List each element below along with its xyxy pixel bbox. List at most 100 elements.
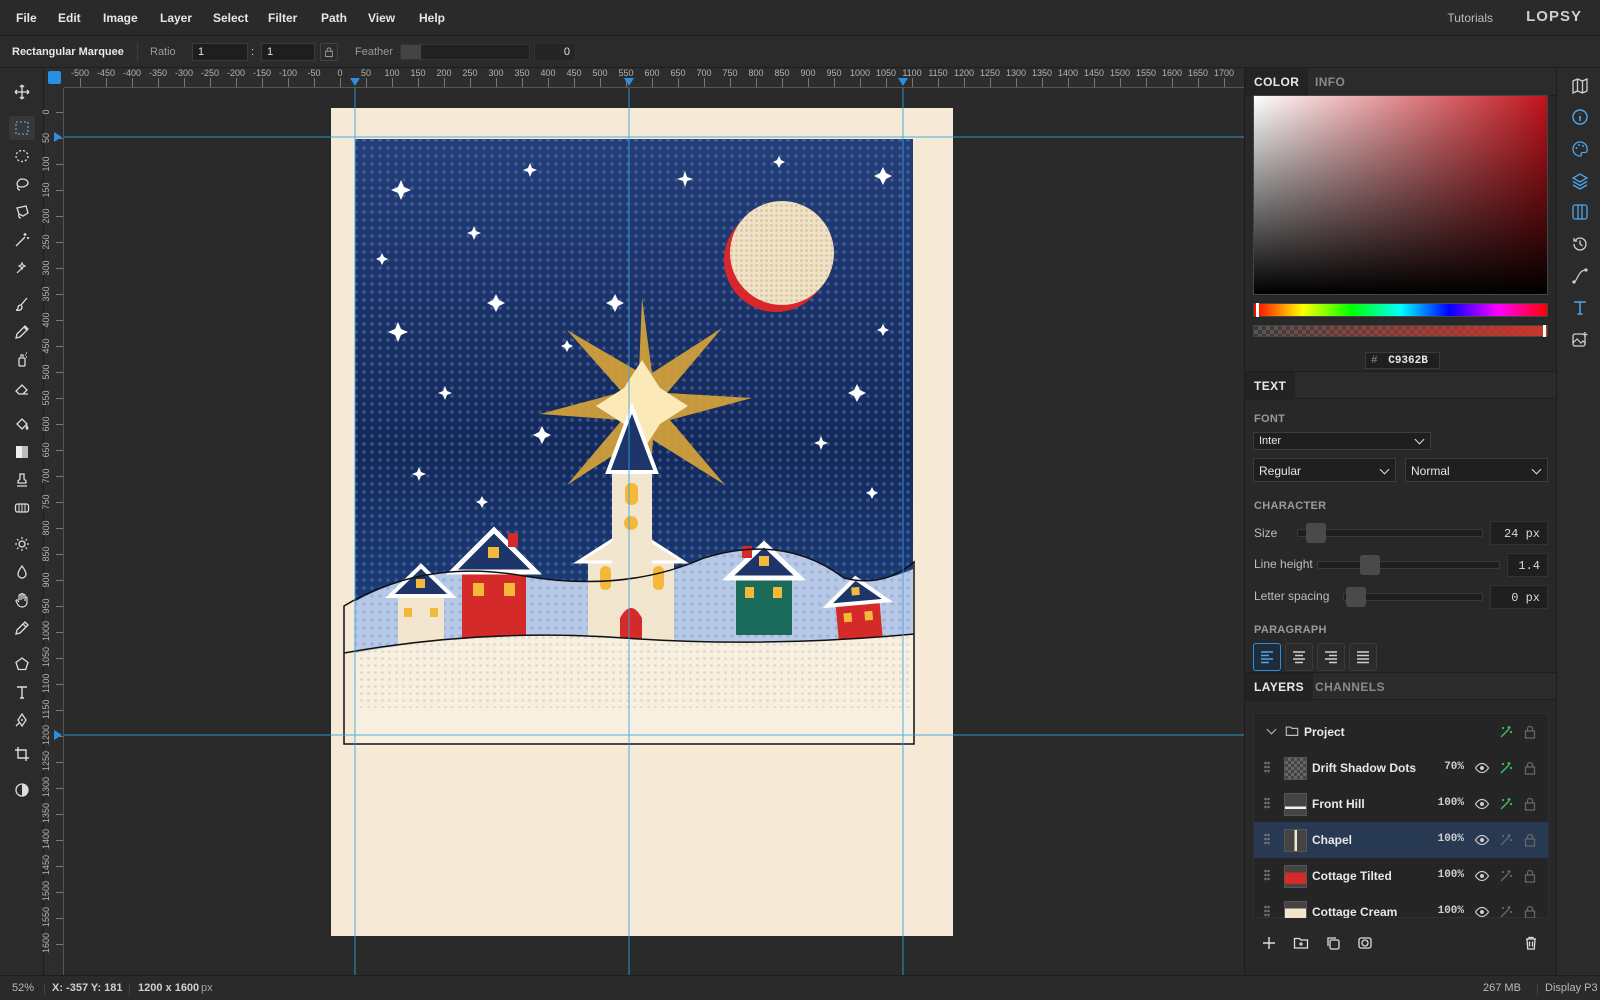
effects-icon[interactable] bbox=[1498, 724, 1514, 740]
color-field[interactable] bbox=[1253, 95, 1548, 295]
tool-ellipse-marquee[interactable] bbox=[9, 144, 35, 168]
lock-icon[interactable] bbox=[1522, 796, 1538, 812]
effects-icon[interactable] bbox=[1498, 868, 1514, 884]
tool-spray[interactable] bbox=[9, 348, 35, 372]
tool-polygon-shape[interactable] bbox=[9, 652, 35, 676]
tool-stamp[interactable] bbox=[9, 468, 35, 492]
tab-channels[interactable]: CHANNELS bbox=[1306, 673, 1394, 701]
drag-handle-icon[interactable] bbox=[1264, 869, 1270, 882]
tool-contrast[interactable] bbox=[9, 778, 35, 802]
effects-icon[interactable] bbox=[1498, 760, 1514, 776]
menu-file[interactable]: File bbox=[16, 11, 37, 25]
add-group-button[interactable] bbox=[1293, 935, 1309, 951]
letter-spacing-slider[interactable] bbox=[1343, 587, 1483, 607]
layer-row[interactable]: Drift Shadow Dots 70% bbox=[1254, 750, 1548, 786]
feather-slider[interactable] bbox=[400, 44, 530, 60]
tool-blur-drop[interactable] bbox=[9, 560, 35, 584]
align-left-button[interactable] bbox=[1253, 643, 1281, 671]
lock-icon[interactable] bbox=[1522, 904, 1538, 918]
hex-value[interactable]: C9362B bbox=[1388, 355, 1428, 367]
zoom-level[interactable]: 52% bbox=[12, 982, 34, 994]
menu-help[interactable]: Help bbox=[419, 11, 445, 25]
tool-brush[interactable] bbox=[9, 292, 35, 316]
font-style-select[interactable]: Normal bbox=[1405, 458, 1548, 482]
eye-icon[interactable] bbox=[1474, 904, 1490, 918]
tool-text-tool[interactable] bbox=[9, 680, 35, 704]
duplicate-layer-button[interactable] bbox=[1325, 935, 1341, 951]
lock-icon[interactable] bbox=[1522, 760, 1538, 776]
lock-icon[interactable] bbox=[1522, 868, 1538, 884]
history-icon[interactable] bbox=[1571, 235, 1589, 253]
layer-row-selected[interactable]: Chapel 100% bbox=[1254, 822, 1548, 858]
hue-slider-thumb[interactable] bbox=[1256, 303, 1259, 317]
eye-icon[interactable] bbox=[1474, 868, 1490, 884]
drag-handle-icon[interactable] bbox=[1264, 761, 1270, 774]
image-plus-icon[interactable] bbox=[1571, 331, 1589, 349]
hex-field[interactable]: # C9362B bbox=[1365, 352, 1440, 369]
feather-value[interactable]: 0 bbox=[534, 43, 576, 61]
menu-path[interactable]: Path bbox=[321, 11, 347, 25]
channels-icon[interactable] bbox=[1571, 203, 1589, 221]
tab-info[interactable]: INFO bbox=[1306, 68, 1354, 96]
menu-edit[interactable]: Edit bbox=[58, 11, 81, 25]
canvas-area[interactable] bbox=[64, 88, 1246, 975]
layer-opacity[interactable]: 100% bbox=[1438, 869, 1464, 881]
tool-magic-wand[interactable] bbox=[9, 228, 35, 252]
eye-icon[interactable] bbox=[1474, 760, 1490, 776]
hue-slider[interactable] bbox=[1253, 303, 1548, 317]
tool-crop[interactable] bbox=[9, 742, 35, 766]
layer-name[interactable]: Cottage Tilted bbox=[1312, 869, 1392, 883]
guide-marker-icon[interactable] bbox=[350, 78, 360, 86]
guide-marker-icon[interactable] bbox=[54, 730, 62, 740]
menu-filter[interactable]: Filter bbox=[268, 11, 297, 25]
menu-layer[interactable]: Layer bbox=[160, 11, 192, 25]
add-layer-button[interactable] bbox=[1261, 935, 1277, 951]
tool-fill-bucket[interactable] bbox=[9, 412, 35, 436]
lock-icon[interactable] bbox=[1522, 832, 1538, 848]
layer-opacity[interactable]: 100% bbox=[1438, 905, 1464, 917]
lock-icon[interactable] bbox=[1522, 724, 1538, 740]
horizontal-ruler[interactable]: -500 -450 -400 -350 -300 -250 -200 -150 -100 -50 0… bbox=[64, 68, 1246, 88]
guide-marker-icon[interactable] bbox=[54, 132, 62, 142]
layer-name[interactable]: Cottage Cream bbox=[1312, 905, 1397, 918]
delete-layer-button[interactable] bbox=[1523, 935, 1539, 951]
line-height-slider[interactable] bbox=[1317, 555, 1500, 575]
layer-group-row[interactable]: Project bbox=[1254, 714, 1548, 750]
align-center-button[interactable] bbox=[1285, 643, 1313, 671]
menu-image[interactable]: Image bbox=[103, 11, 138, 25]
menu-view[interactable]: View bbox=[368, 11, 395, 25]
tool-move[interactable] bbox=[9, 80, 35, 104]
layer-opacity[interactable]: 100% bbox=[1438, 833, 1464, 845]
letter-spacing-value[interactable]: 0 px bbox=[1490, 585, 1548, 609]
menu-select[interactable]: Select bbox=[213, 11, 248, 25]
layer-name[interactable]: Chapel bbox=[1312, 833, 1352, 847]
tool-pen-tool[interactable] bbox=[9, 708, 35, 732]
tab-color[interactable]: COLOR bbox=[1245, 68, 1309, 96]
guide-marker-icon[interactable] bbox=[898, 78, 908, 86]
ratio-height-input[interactable]: 1 bbox=[261, 43, 315, 61]
tool-quick-select[interactable] bbox=[9, 256, 35, 280]
layer-opacity[interactable]: 70% bbox=[1444, 761, 1464, 773]
tool-patch[interactable] bbox=[9, 496, 35, 520]
tool-eyedropper[interactable] bbox=[9, 616, 35, 640]
eye-icon[interactable] bbox=[1474, 832, 1490, 848]
size-slider-thumb[interactable] bbox=[1306, 523, 1326, 543]
font-family-select[interactable]: Inter bbox=[1253, 432, 1431, 450]
eye-icon[interactable] bbox=[1474, 796, 1490, 812]
letter-spacing-slider-thumb[interactable] bbox=[1346, 587, 1366, 607]
ruler-corner[interactable] bbox=[44, 68, 64, 88]
size-slider[interactable] bbox=[1297, 523, 1483, 543]
vertical-ruler[interactable]: 0 50 100 150 200 250 300 350 400 450 500 550 600 650 7… bbox=[41, 88, 64, 975]
tab-text[interactable]: TEXT bbox=[1245, 372, 1296, 400]
chevron-down-icon[interactable] bbox=[1266, 724, 1277, 735]
layers-icon[interactable] bbox=[1571, 172, 1589, 190]
line-height-slider-thumb[interactable] bbox=[1360, 555, 1380, 575]
font-weight-select[interactable]: Regular bbox=[1253, 458, 1396, 482]
effects-icon[interactable] bbox=[1498, 832, 1514, 848]
info-icon[interactable] bbox=[1571, 108, 1589, 126]
mask-layer-button[interactable] bbox=[1357, 935, 1373, 951]
line-height-value[interactable]: 1.4 bbox=[1507, 553, 1548, 577]
tool-hand[interactable] bbox=[9, 588, 35, 612]
tool-eraser[interactable] bbox=[9, 376, 35, 400]
layer-name[interactable]: Drift Shadow Dots bbox=[1312, 761, 1416, 775]
